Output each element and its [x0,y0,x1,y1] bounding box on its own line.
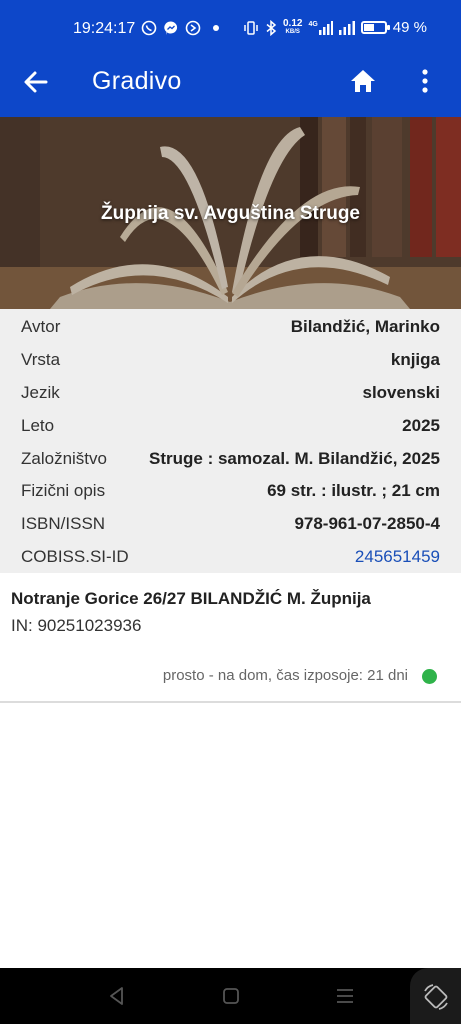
detail-value: knjiga [390,350,440,370]
detail-value: 978-961-07-2850-4 [294,514,440,534]
holding-location: Notranje Gorice 26/27 BILANDŽIĆ M. Župni… [11,589,371,608]
library-name: Župnija sv. Avguština Struge [101,203,360,224]
detail-label: Avtor [21,317,61,337]
menu-recents-icon [337,989,353,1003]
home-icon [351,70,375,92]
detail-row: Jezik slovenski [0,377,461,410]
nav-recents-button[interactable] [331,982,359,1010]
nav-home-button[interactable] [217,982,245,1010]
inventory-number: IN: 90251023936 [11,616,142,635]
battery-percent: 49 % [392,19,427,36]
detail-value: slovenski [362,382,441,402]
battery-level [363,24,374,31]
detail-row: Fizični opis 69 str. : ilustr. ; 21 cm [0,475,461,508]
detail-row: Vrsta knjiga [0,344,461,377]
detail-row: ISBN/ISSN 978-961-07-2850-4 [0,508,461,541]
details-table: Avtor Bilandžić, Marinko Vrsta knjiga Jezik s… [0,309,461,573]
bluetooth-icon [266,19,277,36]
detail-label: Fizični opis [21,481,106,501]
page-title: Gradivo [92,67,182,95]
status-bar: 19:24:17 0.12 KB/S 4G 49 % [0,0,461,46]
detail-label: ISBN/ISSN [21,514,106,534]
back-button[interactable] [20,66,52,98]
clock-icon [185,20,201,36]
detail-value: 2025 [402,415,440,435]
more-notifications-dot [213,25,219,31]
holding-item[interactable]: Notranje Gorice 26/27 BILANDŽIĆ M. Župni… [0,573,461,703]
square-home-icon [223,988,239,1004]
vibrate-icon [244,20,258,35]
signal-4g: 4G [308,20,333,35]
detail-value: Struge : samozal. M. Bilandžić, 2025 [149,448,440,468]
detail-value: 69 str. : ilustr. ; 21 cm [267,481,440,501]
detail-label: Leto [21,415,55,435]
detail-row: Založništvo Struge : samozal. M. Bilandži… [0,442,461,475]
detail-row: Avtor Bilandžić, Marinko [0,311,461,344]
signal-icon-2 [338,20,355,35]
system-navigation-bar [0,968,461,1024]
system-icons: 0.12 KB/S 4G 49 % [243,19,427,36]
availability-dot-icon [422,669,437,684]
arrow-back-icon [24,71,48,93]
home-button[interactable] [347,65,379,97]
network-speed: 0.12 KB/S [282,18,303,36]
detail-label: Založništvo [21,448,107,468]
detail-label: Vrsta [21,350,61,370]
battery-icon [360,21,390,34]
notification-icons [141,20,219,36]
nav-back-button[interactable] [103,982,131,1010]
library-banner: Župnija sv. Avguština Struge [0,117,461,309]
rotate-screen-button[interactable] [410,968,461,1024]
detail-value: Bilandžić, Marinko [290,317,440,337]
more-vert-icon [422,69,428,93]
detail-row: COBISS.SI-ID 245651459 [0,541,461,574]
signal-icon [318,20,333,35]
cobiss-id-link[interactable]: 245651459 [355,547,440,567]
availability-status: prosto - na dom, čas izposoje: 21 dni [162,667,408,684]
more-options-button[interactable] [410,66,440,96]
app-bar: Gradivo [0,46,461,117]
rotate-icon [424,984,448,1010]
messenger-icon [164,21,178,35]
viber-icon [141,20,157,36]
detail-row: Leto 2025 [0,409,461,442]
triangle-back-icon [110,987,123,1005]
status-time: 19:24:17 [73,20,136,37]
detail-label: Jezik [21,382,60,402]
detail-label: COBISS.SI-ID [21,546,129,566]
